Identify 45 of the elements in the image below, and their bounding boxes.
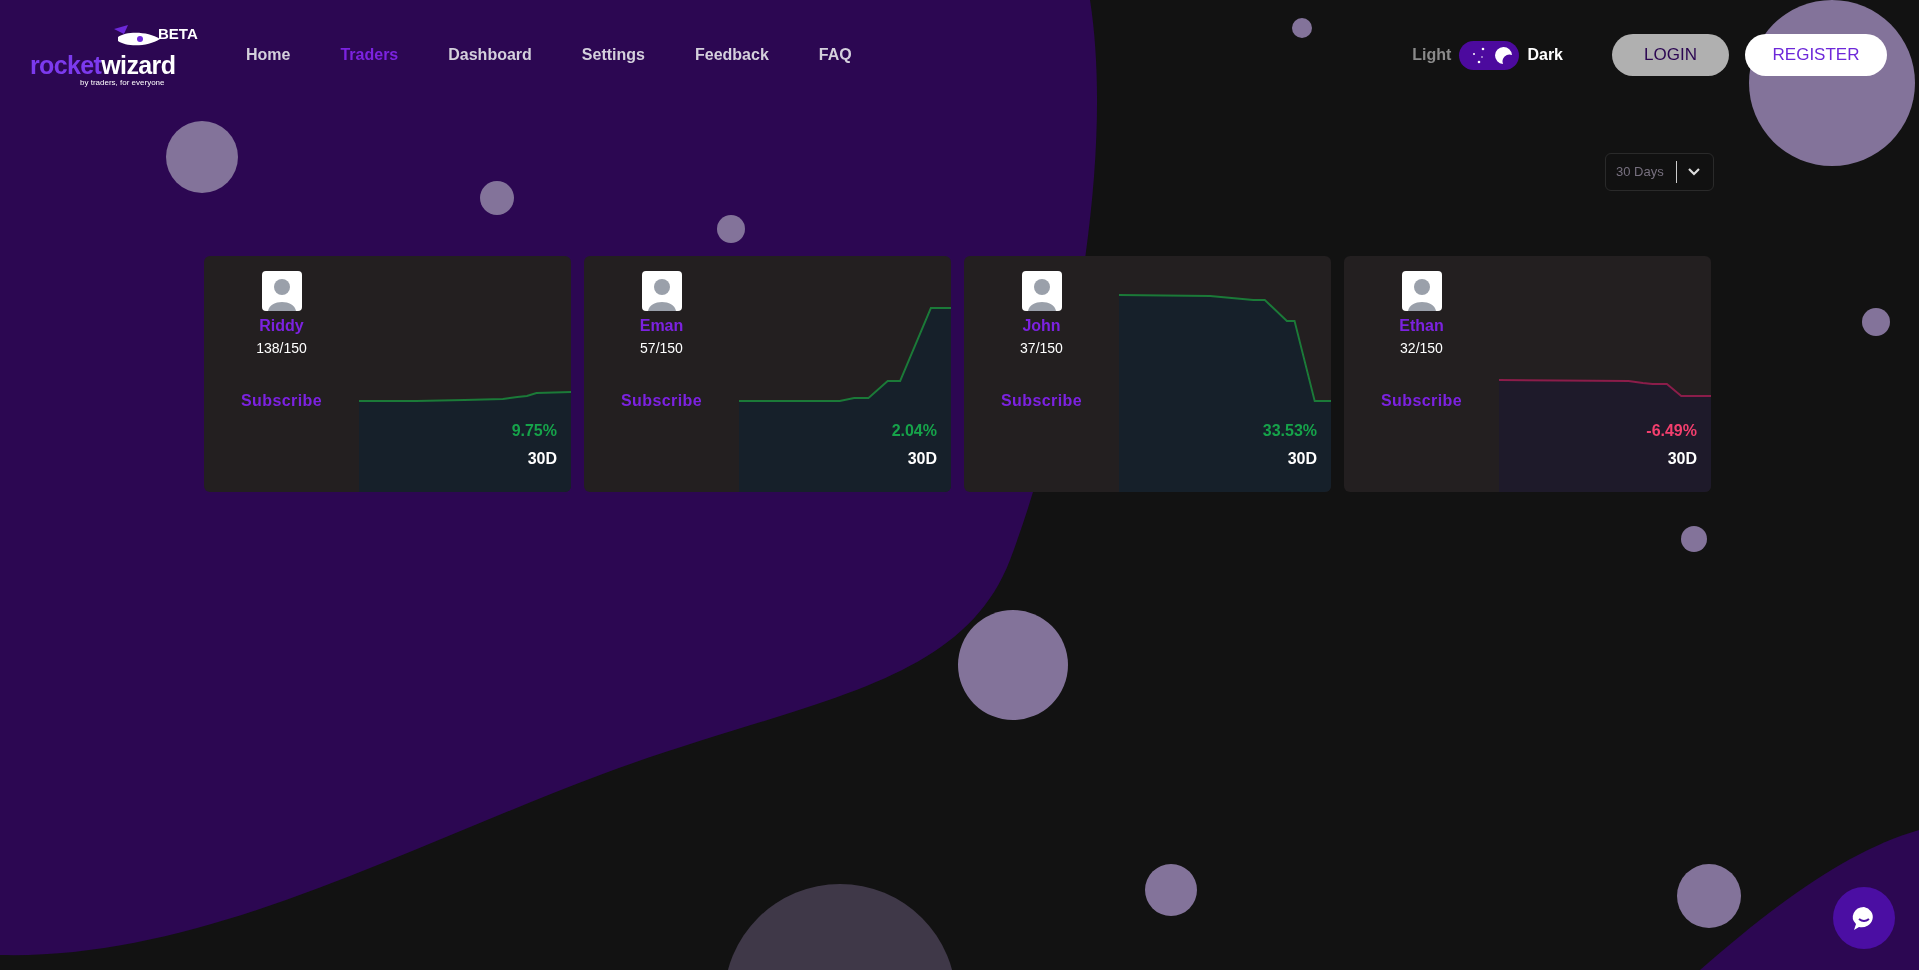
nav-link[interactable]: Dashboard [448, 43, 532, 67]
decorative-circle [1145, 864, 1197, 916]
change-percent: 33.53% [1262, 421, 1317, 441]
nav-link[interactable]: Feedback [694, 43, 769, 67]
avatar-icon [641, 271, 682, 311]
dark-label: Dark [1527, 45, 1563, 65]
decorative-circle [480, 181, 514, 215]
change-percent: 2.04% [891, 421, 937, 441]
trader-name: John [1022, 316, 1061, 336]
trader-name: Eman [639, 316, 684, 336]
nav-link[interactable]: FAQ [818, 43, 852, 67]
nav-link[interactable]: Home [246, 43, 291, 67]
trader-name: Riddy [259, 316, 304, 336]
beta-label: BETA [158, 24, 198, 44]
decorative-circle [1292, 18, 1312, 38]
avatar-icon [1021, 271, 1062, 311]
period-label: 30D [527, 449, 557, 469]
chevron-down-icon [1687, 167, 1701, 177]
avatar-icon [1401, 271, 1442, 311]
decorative-circle [1862, 308, 1890, 336]
subscriber-count: 37/150 [1020, 339, 1063, 358]
logo-text: rocket [30, 53, 102, 78]
trader-name: Ethan [1399, 316, 1444, 336]
register-button[interactable]: REGISTER [1745, 34, 1887, 76]
nav-link[interactable]: Settings [581, 43, 645, 67]
period-select[interactable]: 30 Days [1605, 153, 1714, 191]
avatar-icon [261, 271, 302, 311]
period-label: 30D [1287, 449, 1317, 469]
subscriber-count: 138/150 [256, 339, 307, 358]
logo-text: wizard [101, 53, 176, 78]
period-label: 30D [1667, 449, 1697, 469]
subscriber-count: 57/150 [640, 339, 683, 358]
tagline: by traders, for everyone [80, 79, 165, 87]
change-percent: -6.49% [1646, 421, 1697, 441]
subscriber-count: 32/150 [1400, 339, 1443, 358]
moon-icon [1494, 45, 1514, 65]
light-label: Light [1412, 45, 1452, 65]
decorative-circle [166, 121, 238, 193]
login-button[interactable]: LOGIN [1612, 34, 1729, 76]
decorative-circle [1677, 864, 1741, 928]
decorative-circle [1681, 526, 1707, 552]
decorative-circle [717, 215, 745, 243]
period-label: 30D [907, 449, 937, 469]
theme-toggle[interactable] [1459, 40, 1520, 70]
change-percent: 9.75% [511, 421, 557, 441]
